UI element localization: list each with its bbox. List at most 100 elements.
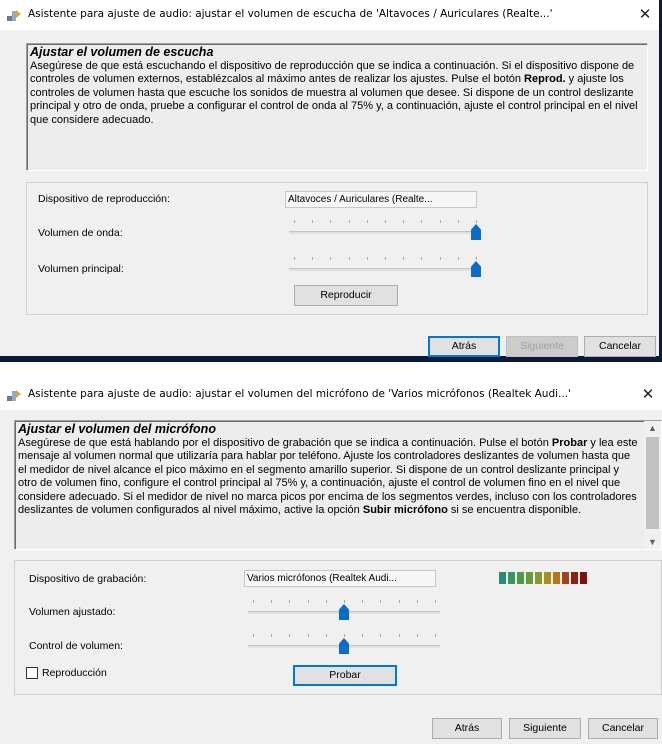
device-field: Altavoces / Auriculares (Realte... <box>285 191 477 208</box>
instructions-panel: Ajustar el volumen del micrófono Asegúre… <box>14 420 662 550</box>
slider-tick <box>403 220 405 223</box>
slider-tick <box>380 634 382 637</box>
audio-wizard-icon <box>7 10 21 21</box>
title-bar: Asistente para ajuste de audio: ajustar … <box>0 0 659 30</box>
scroll-thumb[interactable] <box>646 437 659 529</box>
slider-tick <box>289 634 291 637</box>
adjusted-volume-label: Volumen ajustado: <box>29 606 116 618</box>
slider-tick <box>348 257 350 260</box>
slider-tick <box>416 634 418 637</box>
window-title: Asistente para ajuste de audio: ajustar … <box>28 388 571 400</box>
slider-tick <box>398 634 400 637</box>
meter-segment <box>526 572 533 584</box>
slider-tick <box>403 257 405 260</box>
slider-tick <box>435 634 436 637</box>
panel-heading: Ajustar el volumen de escucha <box>30 45 214 59</box>
playback-option[interactable]: Reproducción <box>26 667 107 679</box>
microphone-volume-dialog: Asistente para ajuste de audio: ajustar … <box>0 380 662 744</box>
close-icon[interactable]: ✕ <box>640 385 656 403</box>
master-volume-slider[interactable] <box>289 255 481 277</box>
slider-tick <box>289 600 291 603</box>
slider-tick <box>271 634 273 637</box>
instructions-text: Asegúrese de que está escuchando el disp… <box>30 60 638 126</box>
meter-segment <box>517 572 524 584</box>
test-button[interactable]: Probar <box>293 665 397 686</box>
slider-tick <box>421 257 423 260</box>
meter-segment <box>553 572 560 584</box>
master-volume-label: Volumen principal: <box>38 263 124 275</box>
audio-wizard-icon <box>7 390 21 401</box>
slider-tick <box>330 257 332 260</box>
slider-tick <box>416 600 418 603</box>
meter-segment <box>571 572 578 584</box>
panel-heading: Ajustar el volumen del micrófono <box>18 422 216 436</box>
slider-tick <box>380 600 382 603</box>
slider-tick <box>325 634 327 637</box>
scroll-down-icon[interactable]: ▼ <box>644 535 661 549</box>
slider-tick <box>385 257 386 260</box>
window-title: Asistente para ajuste de audio: ajustar … <box>28 8 553 20</box>
next-button[interactable]: Siguiente <box>509 718 581 739</box>
slider-tick <box>421 220 423 223</box>
slider-tick <box>294 257 295 260</box>
slider-tick <box>457 220 459 223</box>
slider-tick <box>344 634 345 637</box>
slider-tick <box>398 600 400 603</box>
adjusted-volume-slider[interactable] <box>248 598 440 620</box>
device-label: Dispositivo de reproducción: <box>38 193 170 205</box>
meter-segment <box>544 572 551 584</box>
play-button[interactable]: Reproducir <box>294 285 398 306</box>
slider-tick <box>476 220 477 223</box>
slider-tick <box>362 634 364 637</box>
listening-volume-dialog: Asistente para ajuste de audio: ajustar … <box>0 0 662 362</box>
slider-thumb[interactable] <box>471 261 481 277</box>
meter-segment <box>562 572 569 584</box>
level-meter <box>499 572 587 584</box>
slider-tick <box>307 634 309 637</box>
slider-tick <box>366 220 368 223</box>
slider-tick <box>435 600 436 603</box>
device-label: Dispositivo de grabación: <box>29 573 147 585</box>
playback-label: Reproducción <box>42 667 107 679</box>
slider-tick <box>439 257 441 260</box>
slider-tick <box>476 257 477 260</box>
slider-tick <box>439 220 441 223</box>
slider-tick <box>294 220 295 223</box>
slider-tick <box>348 220 350 223</box>
meter-segment <box>508 572 515 584</box>
slider-tick <box>362 600 364 603</box>
instructions-scrollbar[interactable]: ▲ ▼ <box>644 421 661 549</box>
settings-group: Dispositivo de grabación: Varios micrófo… <box>14 560 662 695</box>
slider-thumb[interactable] <box>339 604 349 620</box>
title-bar: Asistente para ajuste de audio: ajustar … <box>0 380 662 410</box>
meter-segment <box>535 572 542 584</box>
cancel-button[interactable]: Cancelar <box>584 336 656 357</box>
back-button[interactable]: Atrás <box>432 718 502 739</box>
slider-tick <box>366 257 368 260</box>
slider-tick <box>330 220 332 223</box>
slider-tick <box>325 600 327 603</box>
volume-control-slider[interactable] <box>248 632 440 654</box>
settings-group: Dispositivo de reproducción: Altavoces /… <box>26 182 648 315</box>
close-icon[interactable]: ✕ <box>637 5 653 23</box>
device-field: Varios micrófonos (Realtek Audi... <box>244 570 436 587</box>
slider-tick <box>457 257 459 260</box>
instructions-panel: Ajustar el volumen de escucha Asegúrese … <box>26 43 648 171</box>
slider-tick <box>312 220 314 223</box>
slider-tick <box>253 634 254 637</box>
slider-thumb[interactable] <box>471 224 481 240</box>
wave-volume-label: Volumen de onda: <box>38 227 123 239</box>
slider-thumb[interactable] <box>339 638 349 654</box>
volume-control-label: Control de volumen: <box>29 640 123 652</box>
back-button[interactable]: Atrás <box>428 336 500 357</box>
instructions-text: Asegúrese de que está hablando por el di… <box>18 437 638 517</box>
next-button[interactable]: Siguiente <box>506 336 578 357</box>
slider-tick <box>271 600 273 603</box>
playback-checkbox[interactable] <box>26 667 38 679</box>
meter-segment <box>580 572 587 584</box>
slider-tick <box>312 257 314 260</box>
slider-tick <box>307 600 309 603</box>
wave-volume-slider[interactable] <box>289 218 481 240</box>
cancel-button[interactable]: Cancelar <box>588 718 658 739</box>
scroll-up-icon[interactable]: ▲ <box>644 421 661 435</box>
